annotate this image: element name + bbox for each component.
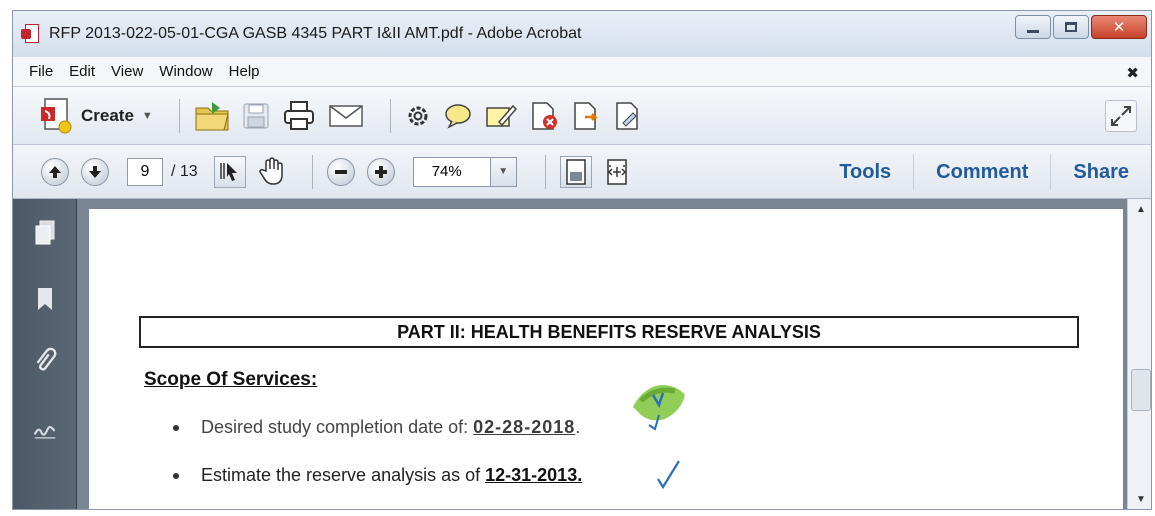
signatures-icon[interactable] xyxy=(33,417,57,445)
select-cursor-icon xyxy=(219,162,237,181)
hand-icon xyxy=(258,156,283,185)
zoom-dropdown-button[interactable]: ▼ xyxy=(490,156,517,187)
bullet-dot-icon xyxy=(173,473,179,480)
close-icon: ✕ xyxy=(1112,19,1126,36)
select-tool-button[interactable] xyxy=(213,155,246,188)
toolbar-separator xyxy=(544,154,546,189)
page-total: / 13 xyxy=(171,162,198,180)
pdf-page: PART II: HEALTH BENEFITS RESERVE ANALYSI… xyxy=(89,209,1123,509)
page-thumbnails-icon[interactable] xyxy=(33,219,57,247)
main-toolbar: Create ▼ xyxy=(13,87,1151,145)
menu-file[interactable]: File xyxy=(29,63,53,80)
tab-share[interactable]: Share xyxy=(1050,154,1151,190)
document-view[interactable]: PART II: HEALTH BENEFITS RESERVE ANALYSI… xyxy=(77,199,1127,509)
create-caret-icon: ▼ xyxy=(141,109,153,122)
title-bar[interactable]: RFP 2013-022-05-01-CGA GASB 4345 PART I&… xyxy=(13,11,1151,57)
minimize-icon xyxy=(1027,29,1039,33)
minimize-button[interactable] xyxy=(1015,15,1051,39)
toolbar-separator xyxy=(178,98,180,133)
subheading: Scope Of Services: xyxy=(144,369,318,390)
attachments-paperclip-icon[interactable] xyxy=(33,347,57,375)
export-pdf-icon xyxy=(574,101,598,130)
delete-page-button[interactable] xyxy=(529,101,559,131)
export-button[interactable] xyxy=(571,101,601,131)
delete-page-icon xyxy=(532,101,557,130)
toolbar-separator xyxy=(311,154,313,189)
checkmark-icon xyxy=(657,460,680,490)
zoom-out-button[interactable] xyxy=(326,157,355,186)
menu-window[interactable]: Window xyxy=(159,63,212,80)
edit-file-icon xyxy=(616,101,638,130)
tab-tools[interactable]: Tools xyxy=(817,154,913,190)
bullet-prefix: Estimate the reserve analysis as of xyxy=(201,465,486,485)
bullet-suffix: . xyxy=(575,417,581,437)
arrow-down-icon xyxy=(89,165,101,178)
hand-tool-button[interactable] xyxy=(258,156,286,187)
fit-page-button[interactable] xyxy=(559,155,592,188)
navigation-pane xyxy=(13,199,77,509)
close-document-button[interactable]: ✖ xyxy=(1126,64,1139,82)
save-button[interactable] xyxy=(242,102,270,130)
menu-help[interactable]: Help xyxy=(229,63,260,80)
menu-view[interactable]: View xyxy=(111,63,143,80)
scroll-down-arrow-icon[interactable]: ▼ xyxy=(1128,489,1151,509)
bullet-item: Estimate the reserve analysis as of 12-3… xyxy=(173,465,582,486)
previous-page-button[interactable] xyxy=(41,157,69,186)
edit-file-button[interactable] xyxy=(613,101,643,131)
menu-edit[interactable]: Edit xyxy=(69,63,95,80)
print-button[interactable] xyxy=(282,100,316,132)
print-icon xyxy=(283,100,314,130)
bullet-dot-icon xyxy=(173,425,179,432)
fit-page-icon xyxy=(565,158,586,185)
create-pdf-icon xyxy=(41,97,72,133)
plus-icon xyxy=(374,165,387,178)
fit-width-button[interactable] xyxy=(604,158,630,186)
bullet-prefix: Desired study completion date of: xyxy=(201,417,474,437)
scroll-thumb[interactable] xyxy=(1131,369,1151,411)
arrow-up-icon xyxy=(49,165,61,178)
create-label: Create xyxy=(81,105,134,125)
toolbar-separator xyxy=(389,98,391,133)
tab-comment[interactable]: Comment xyxy=(913,154,1050,190)
comment-button[interactable] xyxy=(443,102,473,130)
section-heading: PART II: HEALTH BENEFITS RESERVE ANALYSI… xyxy=(139,316,1079,348)
right-panel-tabs: Tools Comment Share xyxy=(817,145,1151,199)
zoom-level-input[interactable]: 74% xyxy=(412,156,491,187)
maximize-button[interactable] xyxy=(1053,15,1089,39)
sign-button[interactable] xyxy=(485,102,517,130)
settings-button[interactable] xyxy=(405,103,431,129)
sign-pen-icon xyxy=(486,104,517,127)
page-number-input[interactable]: 9 xyxy=(127,157,163,186)
minus-icon xyxy=(334,169,347,174)
fullscreen-button[interactable] xyxy=(1105,100,1137,132)
completion-date: 02-28-2018 xyxy=(473,417,576,437)
close-window-button[interactable]: ✕ xyxy=(1091,15,1147,39)
highlighter-mark-icon xyxy=(633,385,685,431)
open-folder-icon xyxy=(195,101,229,130)
acrobat-window: RFP 2013-022-05-01-CGA GASB 4345 PART I&… xyxy=(12,10,1152,510)
zoom-in-button[interactable] xyxy=(366,157,395,186)
navigation-toolbar: 9 / 13 74% ▼ Tools Comment Share xyxy=(13,145,1151,199)
create-button[interactable]: Create ▼ xyxy=(39,97,153,135)
window-title: RFP 2013-022-05-01-CGA GASB 4345 PART I&… xyxy=(49,25,582,42)
reserve-date: 12-31-2013. xyxy=(485,465,583,485)
expand-arrows-icon xyxy=(1111,106,1131,126)
email-icon xyxy=(329,104,363,127)
acrobat-app-icon xyxy=(21,23,43,45)
vertical-scrollbar[interactable]: ▲ ▼ xyxy=(1127,199,1151,509)
email-button[interactable] xyxy=(328,103,364,129)
settings-gear-icon xyxy=(408,106,428,125)
bookmarks-icon[interactable] xyxy=(33,285,57,313)
fit-width-icon xyxy=(606,158,627,185)
save-icon xyxy=(243,103,269,128)
next-page-button[interactable] xyxy=(81,157,109,186)
menu-bar: File Edit View Window Help ✖ xyxy=(13,57,1151,87)
scroll-up-arrow-icon[interactable]: ▲ xyxy=(1128,199,1151,221)
open-button[interactable] xyxy=(194,100,230,132)
window-controls: ✕ xyxy=(1015,15,1147,39)
comment-bubble-icon xyxy=(445,103,471,129)
bullet-item: Desired study completion date of: 02-28-… xyxy=(173,417,580,438)
maximize-icon xyxy=(1065,22,1077,32)
